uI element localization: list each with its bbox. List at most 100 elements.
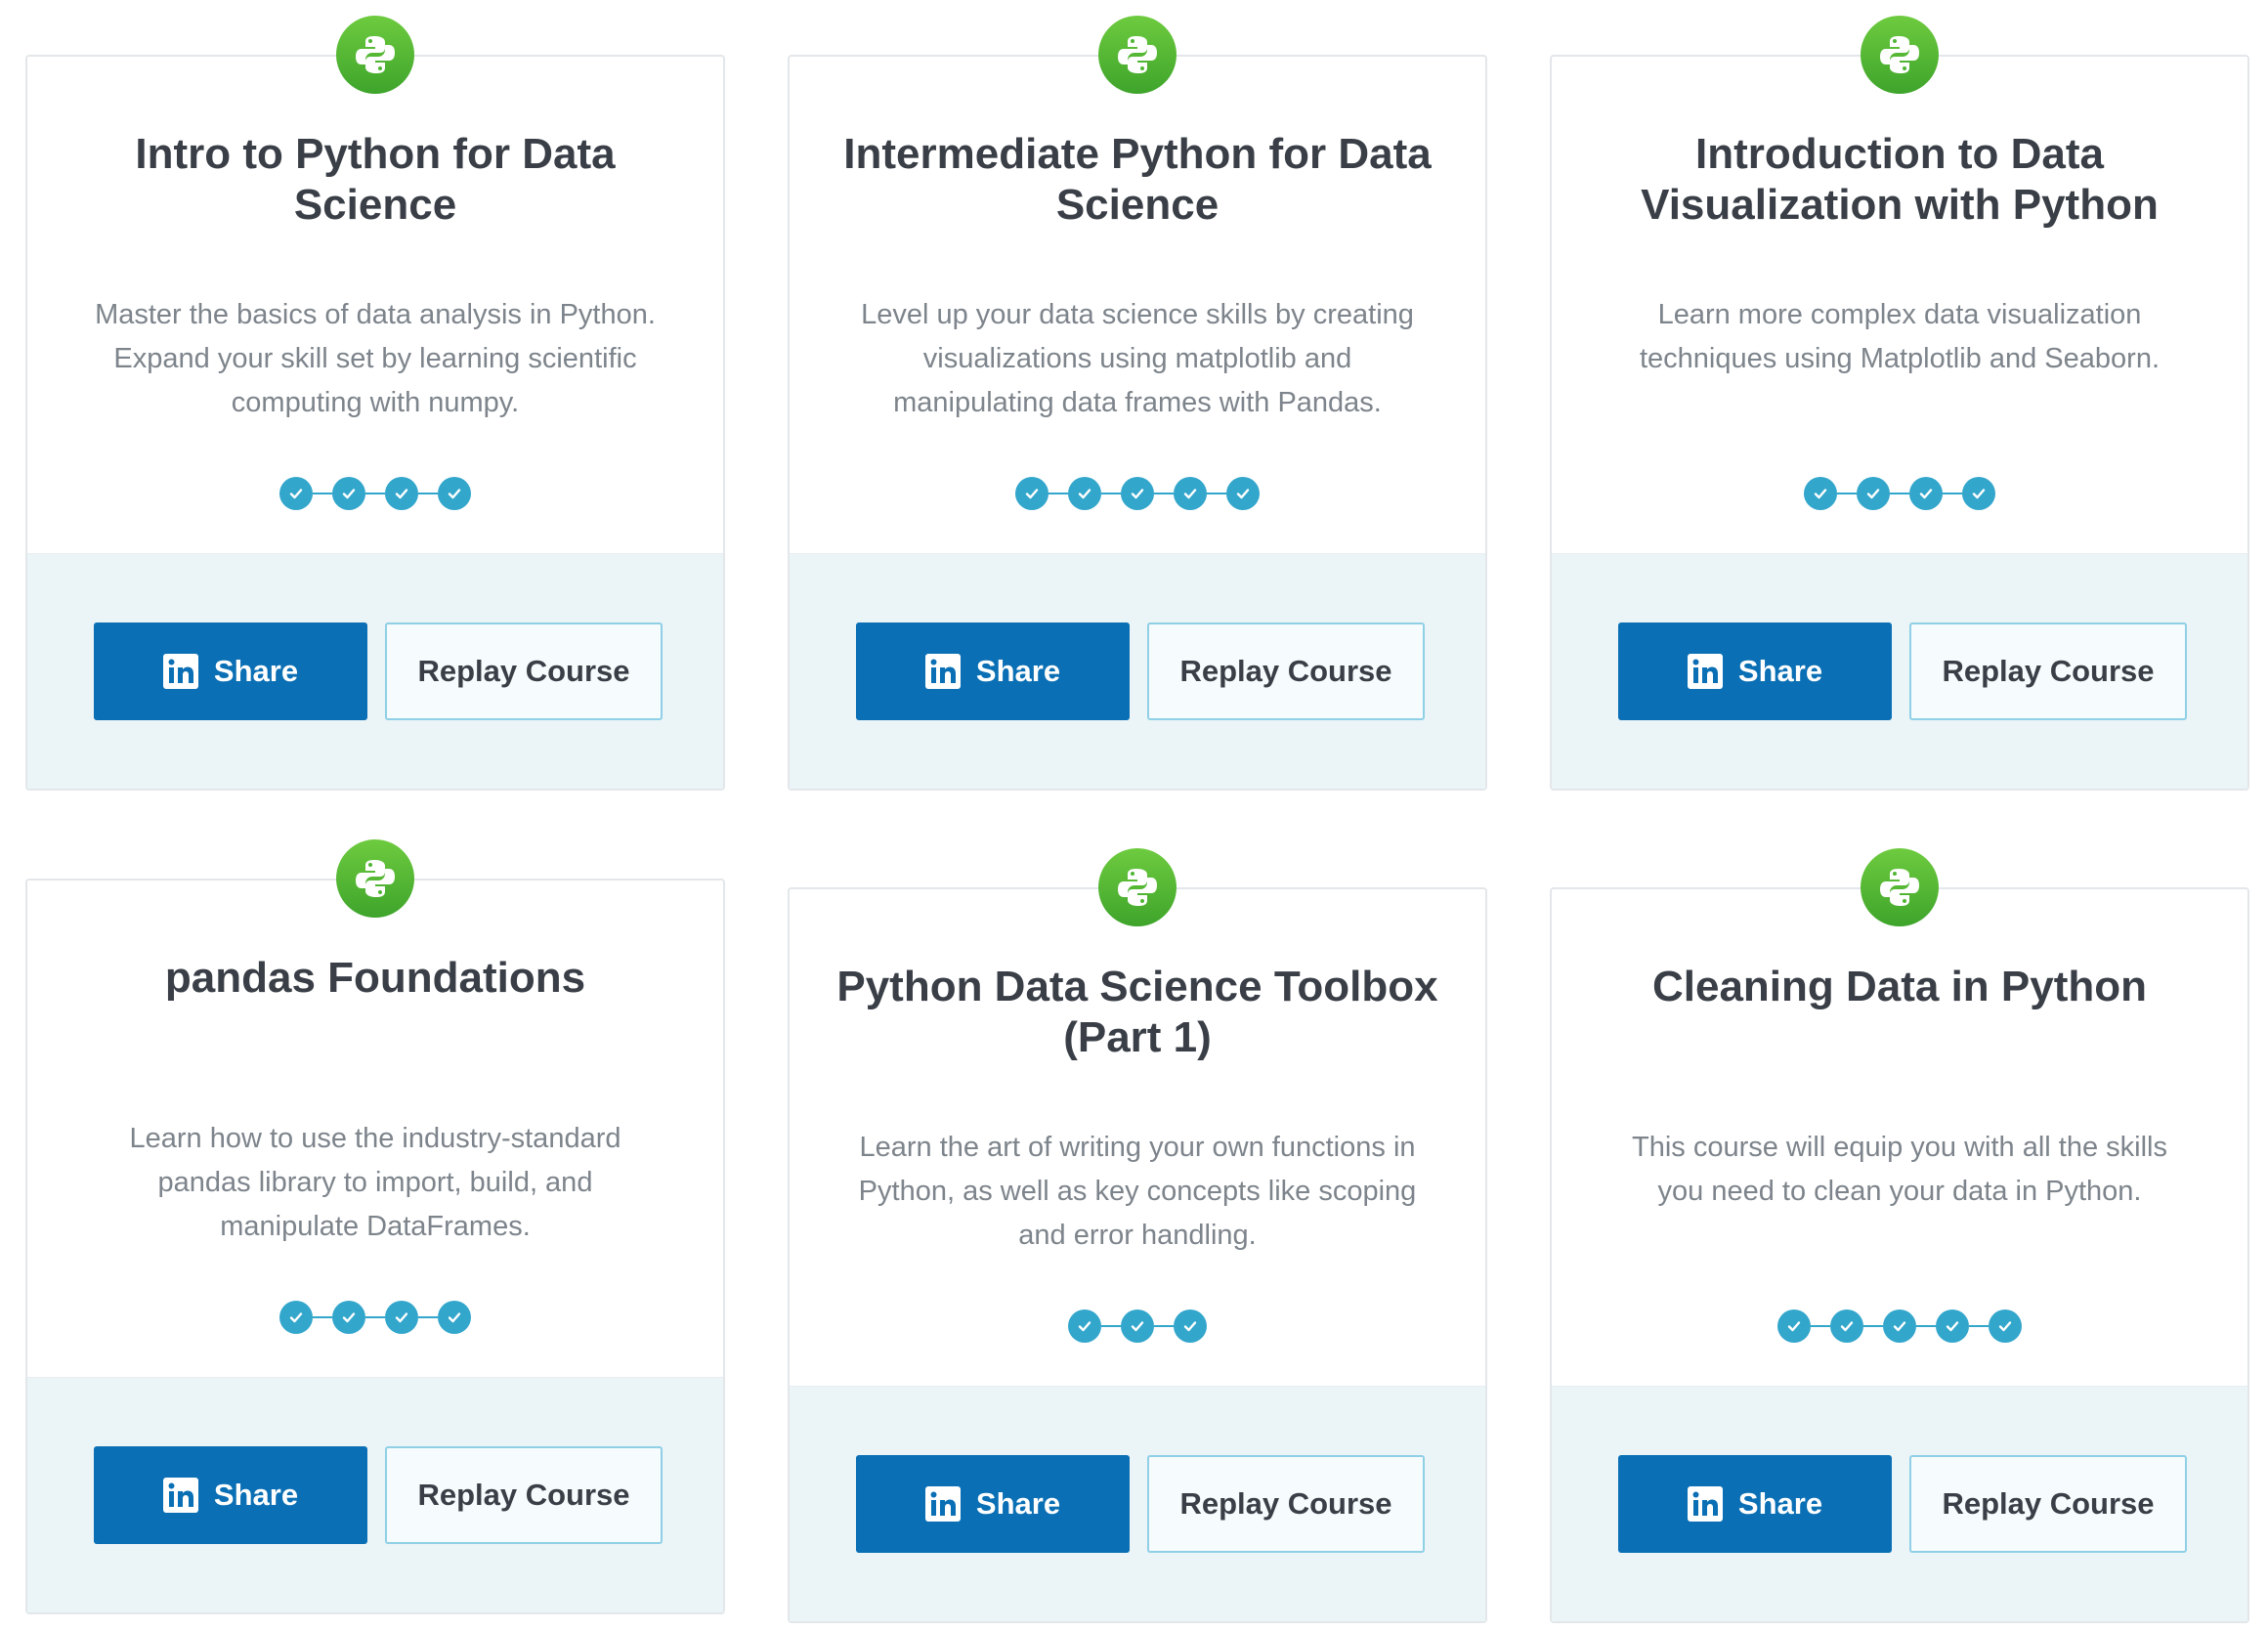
course-card-footer: Share Replay Course [1552,553,2247,789]
replay-course-label: Replay Course [1179,654,1392,688]
course-card-footer: Share Replay Course [790,553,1485,789]
course-title[interactable]: Python Data Science Toolbox (Part 1) [829,962,1446,1063]
chapter-complete-check-icon[interactable] [332,1301,365,1334]
share-label: Share [213,654,299,688]
chapter-complete-check-icon[interactable] [1777,1309,1811,1343]
replay-course-button[interactable]: Replay Course [385,1446,663,1544]
chapter-complete-check-icon[interactable] [385,477,418,510]
chapter-complete-check-icon[interactable] [1989,1309,2022,1343]
share-label: Share [213,1478,299,1512]
chapter-complete-check-icon[interactable] [1121,477,1154,510]
chapter-connector [1969,1325,1989,1327]
chapter-progress [1552,477,2247,510]
chapter-progress [27,477,723,510]
chapter-complete-check-icon[interactable] [1962,477,1995,510]
chapter-complete-check-icon[interactable] [438,1301,471,1334]
replay-course-button[interactable]: Replay Course [385,622,663,720]
chapter-progress [790,477,1485,510]
course-title[interactable]: Introduction to Data Visualization with … [1591,129,2208,231]
chapter-connector [1048,493,1068,494]
chapter-complete-check-icon[interactable] [1883,1309,1916,1343]
course-description: Learn the art of writing your own functi… [858,1132,1417,1251]
chapter-complete-check-icon[interactable] [385,1301,418,1334]
chapter-complete-check-icon[interactable] [1068,1309,1101,1343]
course-card-body: Python Data Science Toolbox (Part 1) Lea… [790,848,1485,1386]
chapter-connector [1154,1325,1174,1327]
chapter-complete-check-icon[interactable] [1174,1309,1207,1343]
chapter-connector [1890,493,1909,494]
replay-course-button[interactable]: Replay Course [1909,622,2187,720]
course-description: Level up your data science skills by cre… [861,299,1414,418]
linkedin-icon [924,1486,961,1522]
share-button[interactable]: Share [94,1446,367,1544]
python-icon [1861,16,1939,94]
replay-course-label: Replay Course [1179,1486,1392,1521]
course-card-body: Intermediate Python for Data Science Lev… [790,16,1485,553]
chapter-complete-check-icon[interactable] [438,477,471,510]
share-button[interactable]: Share [1618,622,1892,720]
share-button[interactable]: Share [1618,1455,1892,1553]
chapter-connector [418,493,438,494]
course-title[interactable]: Intermediate Python for Data Science [829,129,1446,231]
chapter-connector [1811,1325,1830,1327]
replay-course-label: Replay Course [1942,654,2155,688]
chapter-connector [1943,493,1962,494]
python-icon [1098,848,1177,926]
chapter-complete-check-icon[interactable] [279,477,313,510]
share-button[interactable]: Share [856,1455,1130,1553]
chapter-complete-check-icon[interactable] [332,477,365,510]
chapter-complete-check-icon[interactable] [1857,477,1890,510]
course-card-footer: Share Replay Course [27,553,723,789]
chapter-connector [1207,493,1226,494]
chapter-complete-check-icon[interactable] [1909,477,1943,510]
share-button[interactable]: Share [94,622,367,720]
chapter-connector [1101,1325,1121,1327]
python-icon [336,839,414,918]
chapter-complete-check-icon[interactable] [1121,1309,1154,1343]
chapter-connector [1863,1325,1883,1327]
chapter-complete-check-icon[interactable] [1830,1309,1863,1343]
course-card-body: Introduction to Data Visualization with … [1552,16,2247,553]
course-card-6: Cleaning Data in Python This course will… [1550,848,2249,1623]
course-card-footer: Share Replay Course [790,1386,1485,1621]
course-card-2: Intermediate Python for Data Science Lev… [788,16,1487,791]
chapter-connector [313,1316,332,1318]
chapter-connector [1101,493,1121,494]
python-icon [1098,16,1177,94]
python-icon [336,16,414,94]
replay-course-button[interactable]: Replay Course [1147,622,1425,720]
course-card-footer: Share Replay Course [27,1377,723,1612]
chapter-complete-check-icon[interactable] [1068,477,1101,510]
share-label: Share [1737,1486,1823,1521]
course-description: This course will equip you with all the … [1632,1132,2167,1207]
chapter-complete-check-icon[interactable] [1936,1309,1969,1343]
chapter-connector [365,493,385,494]
chapter-complete-check-icon[interactable] [1174,477,1207,510]
course-title[interactable]: Intro to Python for Data Science [66,129,684,231]
replay-course-button[interactable]: Replay Course [1147,1455,1425,1553]
share-button[interactable]: Share [856,622,1130,720]
course-card-body: pandas Foundations Learn how to use the … [27,839,723,1377]
chapter-complete-check-icon[interactable] [1804,477,1837,510]
chapter-connector [418,1316,438,1318]
linkedin-icon [162,1478,198,1513]
course-description: Learn how to use the industry-standard p… [129,1123,621,1242]
chapter-connector [313,493,332,494]
chapter-complete-check-icon[interactable] [1226,477,1260,510]
course-description: Master the basics of data analysis in Py… [95,299,656,418]
chapter-progress [790,1309,1485,1343]
course-title[interactable]: Cleaning Data in Python [1591,962,2208,1012]
replay-course-button[interactable]: Replay Course [1909,1455,2187,1553]
chapter-connector [1916,1325,1936,1327]
share-label: Share [975,654,1061,688]
course-card-4: pandas Foundations Learn how to use the … [25,839,725,1614]
linkedin-icon [924,654,961,689]
replay-course-label: Replay Course [417,1478,630,1512]
chapter-progress [27,1301,723,1334]
chapter-complete-check-icon[interactable] [1015,477,1048,510]
linkedin-icon [1687,654,1723,689]
course-card-body: Intro to Python for Data Science Master … [27,16,723,553]
course-title[interactable]: pandas Foundations [66,953,684,1004]
chapter-complete-check-icon[interactable] [279,1301,313,1334]
chapter-progress [1552,1309,2247,1343]
